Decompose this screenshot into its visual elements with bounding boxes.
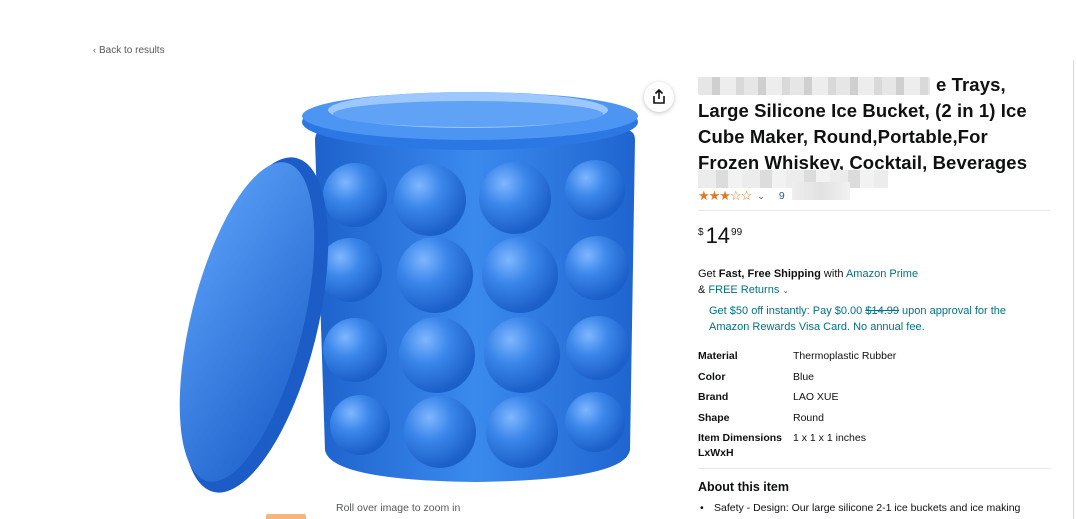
product-image[interactable] <box>165 70 645 500</box>
redacted-rating-count <box>792 182 850 200</box>
spec-row: Color Blue <box>698 370 815 383</box>
rating-row[interactable]: ★★★☆☆ ⌄ 9ns <box>698 182 1050 206</box>
spec-table: Material Thermoplastic Rubber Color Blue B… <box>698 349 896 466</box>
scrollbar-track[interactable] <box>1073 60 1074 519</box>
strike-price: $14.99 <box>865 305 899 317</box>
list-item: • Safety - Design: Our large silicone 2-… <box>700 502 1021 514</box>
divider <box>698 468 1050 469</box>
price-fraction: 99 <box>731 227 743 238</box>
zoom-hint: Roll over image to zoom in <box>336 502 461 514</box>
spec-row: Shape Round <box>698 411 824 424</box>
price-symbol: $ <box>698 227 704 238</box>
share-icon <box>653 89 665 104</box>
bullet-icon: • <box>700 502 704 514</box>
shipping-info: Get Fast, Free Shipping with Amazon Prim… <box>698 268 919 280</box>
thumbnail-strip[interactable] <box>266 514 306 519</box>
free-returns-link[interactable]: FREE Returns <box>708 284 779 296</box>
chevron-down-icon[interactable]: ⌄ <box>757 191 765 202</box>
spec-row: Brand LAO XUE <box>698 391 839 403</box>
fast-free-shipping-label: Fast, Free Shipping <box>718 268 821 280</box>
chevron-left-icon: ‹ <box>93 45 96 55</box>
returns-info: & FREE Returns ⌄ <box>698 284 790 296</box>
price-whole: 14 <box>705 223 731 248</box>
product-title: e Trays, Large Silicone Ice Bucket, (2 i… <box>698 72 1050 188</box>
share-button[interactable] <box>644 82 674 112</box>
promo-offer[interactable]: Get $50 off instantly: Pay $0.00 $14.99 … <box>698 303 1050 335</box>
chevron-down-icon[interactable]: ⌄ <box>782 286 789 295</box>
divider <box>698 210 1050 211</box>
back-link-label: Back to results <box>99 45 165 56</box>
redacted-title-start <box>698 77 930 95</box>
back-to-results-link[interactable]: ‹ Back to results <box>93 45 165 56</box>
star-rating-icon[interactable]: ★★★☆☆ <box>698 188 752 204</box>
about-heading: About this item <box>698 480 789 494</box>
spec-row: Item Dimensions LxWxH 1 x 1 x 1 inches <box>698 432 866 459</box>
product-details-panel: e Trays, Large Silicone Ice Bucket, (2 i… <box>698 72 1050 516</box>
amazon-prime-link[interactable]: Amazon Prime <box>846 268 918 280</box>
spec-row: Material Thermoplastic Rubber <box>698 350 897 362</box>
price: $ 14 99 <box>698 225 1050 251</box>
